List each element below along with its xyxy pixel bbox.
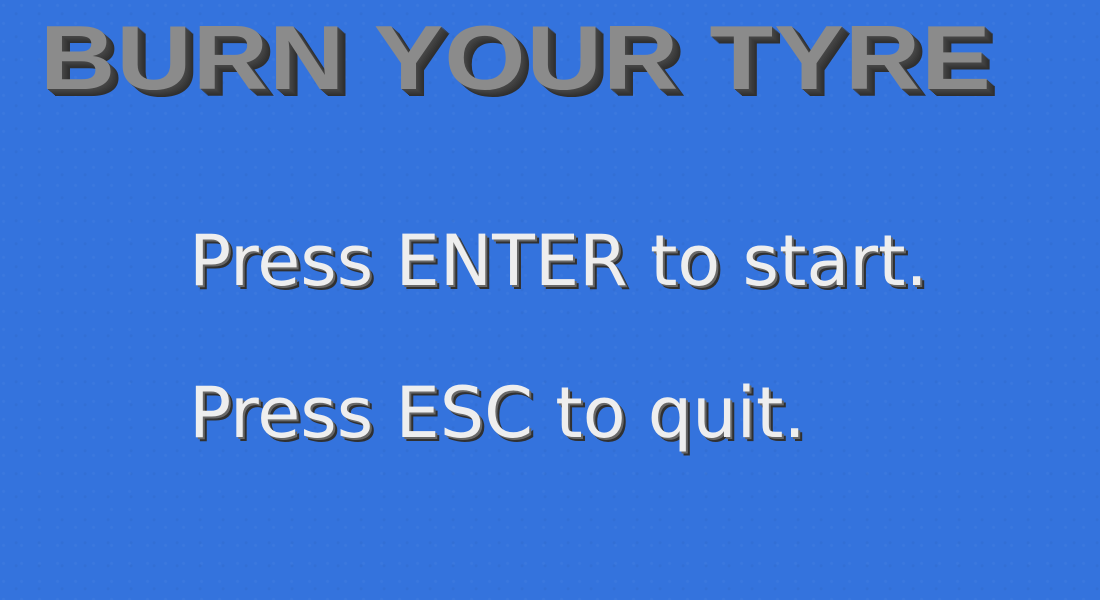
start-instruction: Press ENTER to start.	[189, 220, 928, 302]
quit-instruction: Press ESC to quit.	[189, 372, 806, 454]
game-title: BURN YOUR TYRE	[40, 8, 992, 109]
title-screen: { "screen": { "background_color": "#3473…	[0, 0, 1100, 600]
